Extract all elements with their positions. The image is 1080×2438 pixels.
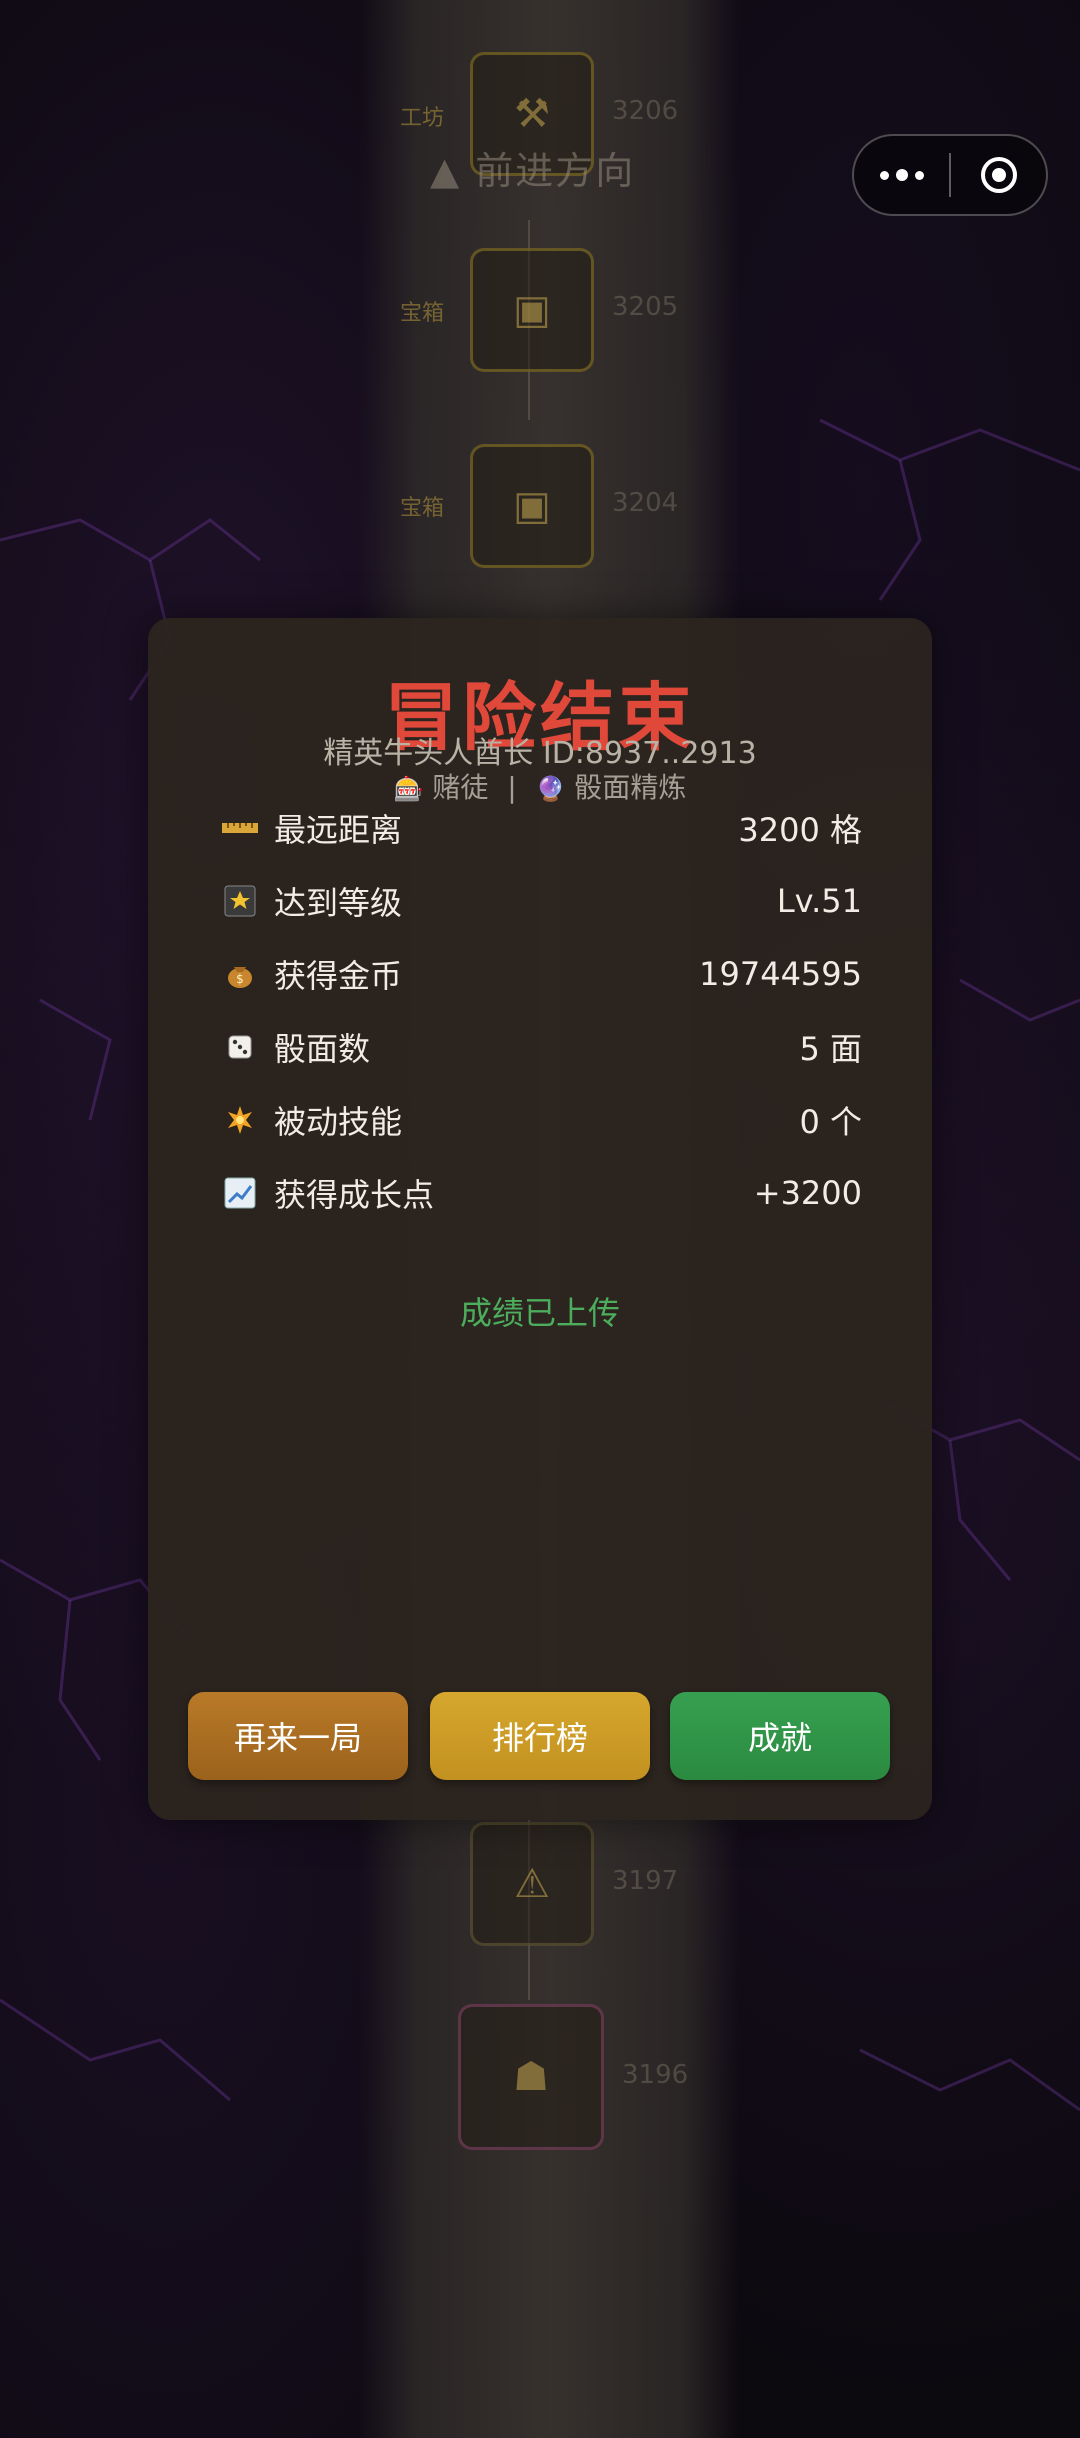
- stat-label: 获得成长点: [274, 1176, 435, 1214]
- stat-value: 19744595: [699, 955, 862, 993]
- stat-value: +3200: [753, 1174, 862, 1212]
- forward-direction-label: ▲ 前进方向: [430, 149, 636, 193]
- dice-icon: [222, 1029, 258, 1065]
- sparkle-icon: [222, 1102, 258, 1138]
- ruler-icon: [222, 810, 258, 846]
- star-icon: [222, 883, 258, 919]
- stat-row-passive-skills: 被动技能 0 个: [222, 1090, 862, 1150]
- upload-status: 成绩已上传: [459, 1294, 620, 1332]
- achievements-button[interactable]: 成就: [670, 1692, 890, 1780]
- target-circle-icon[interactable]: [951, 157, 1046, 193]
- tile-number: 3206: [612, 96, 679, 126]
- chart-icon: [222, 1175, 258, 1211]
- tile-label: 宝箱: [400, 301, 445, 326]
- stat-row-growth-points: 获得成长点 +3200: [222, 1163, 862, 1223]
- stat-value: 5 面: [799, 1030, 862, 1068]
- stat-row-dice: 骰面数 5 面: [222, 1017, 862, 1077]
- play-again-button[interactable]: 再来一局: [188, 1692, 408, 1780]
- game-over-dialog: 冒险结束 精英牛头人酋长 ID:8937..2913 🎰 赌徒 | 🔮 骰面精炼…: [148, 618, 932, 1820]
- leaderboard-button[interactable]: 排行榜: [430, 1692, 650, 1780]
- tile-number: 3197: [612, 1866, 679, 1896]
- tile-number: 3196: [622, 2060, 689, 2090]
- tile-number: 3204: [612, 488, 679, 518]
- stat-label: 最远距离: [274, 811, 403, 849]
- stat-label: 骰面数: [274, 1030, 371, 1068]
- stat-row-gold: $ 获得金币 19744595: [222, 944, 862, 1004]
- svg-text:$: $: [236, 972, 244, 986]
- more-dots-icon[interactable]: [854, 169, 949, 181]
- stat-row-level: 达到等级 Lv.51: [222, 871, 862, 931]
- tile-number: 3205: [612, 292, 679, 322]
- tile-monster: ☗: [458, 2004, 604, 2150]
- money-bag-icon: $: [222, 956, 258, 992]
- stat-value: 3200 格: [738, 811, 862, 849]
- stat-row-distance: 最远距离 3200 格: [222, 798, 862, 858]
- stat-value: Lv.51: [776, 882, 862, 920]
- stat-label: 达到等级: [274, 884, 403, 922]
- stat-value: 0 个: [799, 1103, 862, 1141]
- tile-warning: ⚠: [470, 1822, 594, 1946]
- tile-chest: ▣: [470, 248, 594, 372]
- tile-label: 宝箱: [400, 496, 445, 521]
- tile-label: 工坊: [400, 106, 445, 131]
- stat-label: 被动技能: [274, 1103, 403, 1141]
- miniprogram-capsule: [852, 134, 1048, 216]
- tile-chest: ▣: [470, 444, 594, 568]
- stat-label: 获得金币: [274, 957, 403, 995]
